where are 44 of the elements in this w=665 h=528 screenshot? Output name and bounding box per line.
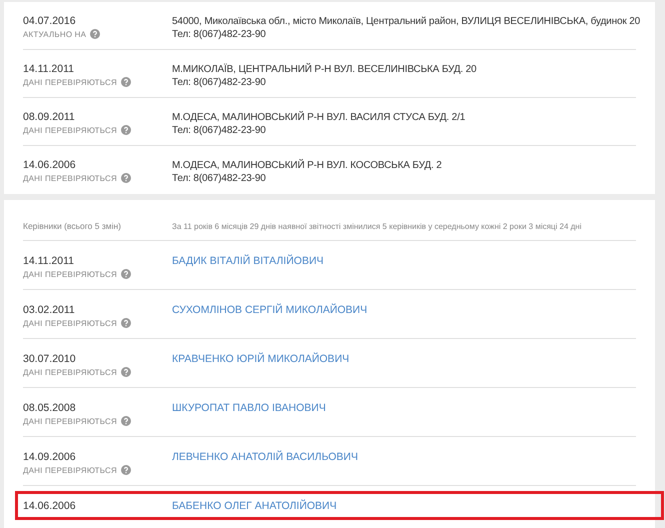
date-text: 14.06.2006 xyxy=(23,500,77,513)
status-text: АКТУАЛЬНО НА xyxy=(23,30,86,38)
date-text: 14.09.2006 xyxy=(23,451,77,464)
summary-text: За 11 років 6 місяців 29 днів наявної звітності змінилися 5 керівників у середньому кожні 2 роки 3 місяці 24 дні xyxy=(172,222,582,230)
help-icon[interactable] xyxy=(120,125,131,135)
date-text: 14.06.2006 xyxy=(23,159,77,172)
director-link[interactable]: КРАВЧЕНКО ЮРІЙ МИКОЛАЙОВИЧ xyxy=(172,353,350,366)
status-text: ДАНІ ПЕРЕВІРЯЮТЬСЯ xyxy=(23,466,117,474)
address-text: М.МИКОЛАЇВ, ЦЕНТРАЛЬНИЙ Р-Н ВУЛ. ВЕСЕЛИНІВСЬКА БУД. 20 xyxy=(172,63,476,76)
date-text: 03.02.2011 xyxy=(23,304,76,317)
status-text: ДАНІ ПЕРЕВІРЯЮТЬСЯ xyxy=(23,368,117,376)
address-text: М.ОДЕСА, МАЛИНОВСЬКИЙ Р-Н ВУЛ. ВАСИЛЯ СТУСА БУД. 2/1 xyxy=(172,111,466,124)
help-icon[interactable] xyxy=(120,173,131,183)
address-text: 54000, Миколаївська обл., місто Миколаїв, Центральний район, ВУЛИЦЯ ВЕСЕЛИНІВСЬКА, будинок 20 xyxy=(172,15,640,28)
status-text: ДАНІ ПЕРЕВІРЯЮТЬСЯ xyxy=(23,78,117,86)
date-text: 08.05.2008 xyxy=(23,402,77,415)
phone-text: Тел: 8(067)482-23-90 xyxy=(172,124,267,137)
status-text: ДАНІ ПЕРЕВІРЯЮТЬСЯ xyxy=(23,174,117,182)
help-icon[interactable] xyxy=(120,367,131,377)
date-text: 08.09.2011 xyxy=(23,111,76,124)
help-icon[interactable] xyxy=(90,29,100,39)
status-text: ДАНІ ПЕРЕВІРЯЮТЬСЯ xyxy=(23,126,117,134)
status-text: ДАНІ ПЕРЕВІРЯЮТЬСЯ xyxy=(23,416,117,426)
date-text: 30.07.2010 xyxy=(23,353,77,366)
director-link[interactable]: СУХОМЛІНОВ СЕРГІЙ МИКОЛАЙОВИЧ xyxy=(172,304,368,317)
phone-text: Тел: 8(067)482-23-90 xyxy=(172,28,267,41)
address-text: М.ОДЕСА, МАЛИНОВСЬКИЙ Р-Н ВУЛ. КОСОВСЬКА БУД. 2 xyxy=(172,159,442,172)
help-icon[interactable] xyxy=(120,77,131,87)
director-link[interactable]: БАБЕНКО ОЛЕГ АНАТОЛІЙОВИЧ xyxy=(172,500,337,513)
status-text: ДАНІ ПЕРЕВІРЯЮТЬСЯ xyxy=(23,318,117,328)
help-icon[interactable] xyxy=(120,416,131,426)
director-link[interactable]: БАДИК ВІТАЛІЙ ВІТАЛІЙОВИЧ xyxy=(172,255,324,268)
director-link[interactable]: ЛЕВЧЕНКО АНАТОЛІЙ ВАСИЛЬОВИЧ xyxy=(172,451,358,464)
help-icon[interactable] xyxy=(120,318,131,328)
help-icon[interactable] xyxy=(120,269,131,279)
date-text: 14.11.2011 xyxy=(23,63,75,76)
status-text: ДАНІ ПЕРЕВІРЯЮТЬСЯ xyxy=(23,270,117,278)
section-title: Керівники (всього 5 змін) xyxy=(23,221,122,231)
director-link[interactable]: ШКУРОПАТ ПАВЛО ІВАНОВИЧ xyxy=(172,402,326,415)
phone-text: Тел: 8(067)482-23-90 xyxy=(172,172,267,185)
date-text: 14.11.2011 xyxy=(23,255,75,268)
date-text: 04.07.2016 xyxy=(23,15,77,28)
help-icon[interactable] xyxy=(120,465,131,475)
phone-text: Тел: 8(067)482-23-90 xyxy=(172,76,267,89)
